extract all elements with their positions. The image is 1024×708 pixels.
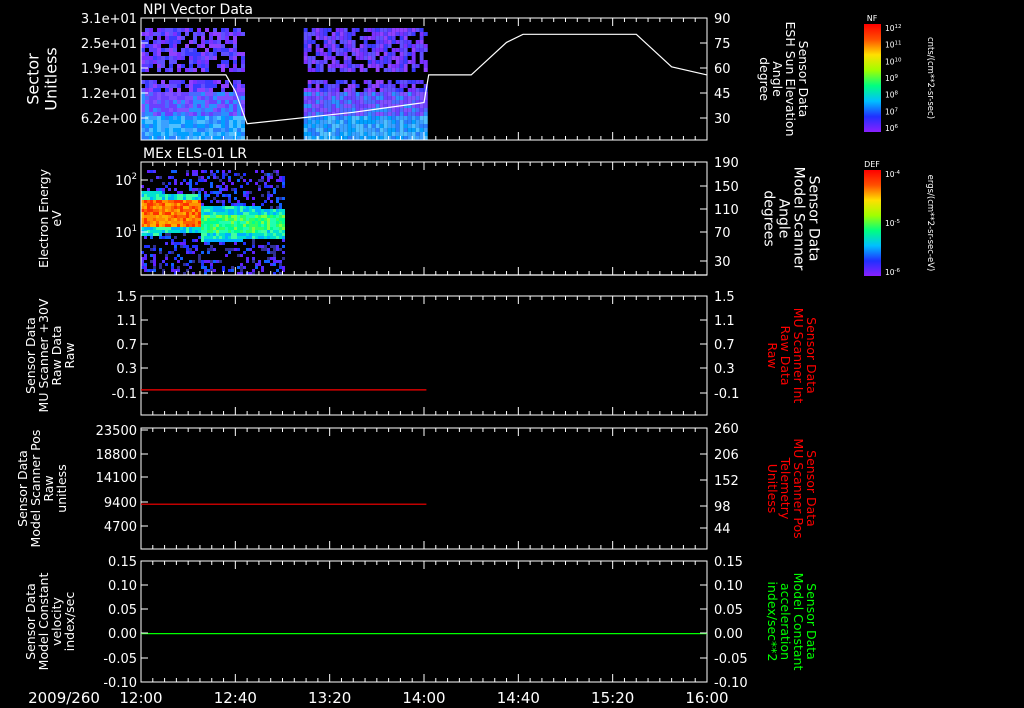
y2-tick-label: -0.1 — [714, 387, 739, 402]
y2-tick-label: 206 — [714, 448, 739, 463]
x-tick-label: 12:00 — [119, 689, 162, 707]
y-tick-label: 0.10 — [108, 579, 137, 594]
y2-tick-label: 44 — [714, 522, 731, 537]
colorbar-tick-label: 108 — [885, 91, 899, 100]
y-tick-label: 1.2e+01 — [81, 87, 137, 102]
y2-tick-label: 30 — [714, 112, 731, 127]
colorbar-1: NF 1012 1011 1010 109 108 107 106 cnts/(cm**2-sr… — [864, 14, 935, 133]
colorbar-tick-label: 1010 — [885, 57, 902, 66]
x-tick-label: 14:40 — [497, 689, 540, 707]
y-tick-label: -0.1 — [112, 387, 137, 402]
y-tick-label: 1.1 — [116, 314, 137, 329]
colorbar-tick-label: 1011 — [885, 41, 902, 50]
panel-title: NPI Vector Data — [143, 2, 253, 18]
y-tick-label: 23500 — [96, 424, 137, 439]
y2-tick-label: 60 — [714, 62, 731, 77]
y-tick-label: 1.9e+01 — [81, 62, 137, 77]
y-tick-label: 0.15 — [108, 555, 137, 570]
colorbar-tick-label: 10-4 — [885, 170, 901, 179]
x-tick-label: 14:00 — [402, 689, 445, 707]
right-axis-title: Sensor DataMU Scanner PosTelemetryUnitle… — [765, 438, 819, 538]
panel-2: 190 150 110 70 30 Electron EnergyeV Sensor Dat… — [36, 146, 822, 276]
right-axis-title: Sensor DataModel ScannerAngledegrees — [761, 167, 822, 271]
y2-tick-label: 260 — [714, 422, 739, 437]
y2-tick-label: 152 — [714, 474, 739, 489]
y2-tick-label: 190 — [714, 156, 739, 171]
y2-tick-label: 110 — [714, 203, 739, 218]
y2-tick-label: 0.15 — [714, 555, 743, 570]
y2-tick-label: 1.1 — [714, 314, 735, 329]
heatmap-els — [141, 170, 285, 275]
y2-tick-label: 150 — [714, 180, 739, 195]
colorbar-tick-label: 106 — [885, 124, 899, 133]
colorbar-gradient — [864, 24, 881, 132]
panel-5: 0.150.100.050.00-0.05-0.100.150.100.050.… — [23, 555, 819, 691]
panel-frame — [140, 427, 708, 550]
y2-tick-label: 90 — [714, 12, 731, 27]
y-tick-label: 4700 — [104, 520, 137, 535]
y-tick-label: 18800 — [96, 448, 137, 463]
date-label: 2009/260 — [28, 689, 100, 707]
colorbar-gradient — [864, 170, 881, 276]
y-tick-label: 0.00 — [108, 627, 137, 642]
x-tick-label: 13:20 — [308, 689, 351, 707]
colorbar-label: DEF — [864, 160, 880, 169]
right-axis-title: Sensor DataMU Scanner IntRaw DataRaw — [765, 308, 819, 404]
y-tick-label: 3.1e+01 — [81, 12, 137, 27]
y2-tick-label: 75 — [714, 37, 731, 52]
y-tick-label: 0.7 — [116, 338, 137, 353]
panel-frame — [140, 560, 708, 683]
y-tick-label: 0.05 — [108, 603, 137, 618]
y2-tick-label: -0.05 — [714, 652, 748, 667]
left-axis-title: SectorUnitless — [24, 47, 61, 111]
y2-tick-label: 30 — [714, 255, 731, 270]
colorbar-label: NF — [867, 14, 878, 23]
panel-3: 1.5 1.1 0.7 0.3 -0.1 1.5 1.1 0.7 0.3 -0.1 Sensor D… — [23, 290, 819, 416]
left-axis-title: Sensor DataModel Constantvelocityindex/s… — [23, 573, 77, 671]
y2-tick-label: 45 — [714, 87, 731, 102]
y-tick-label: 101 — [115, 223, 137, 241]
y2-tick-label: 98 — [714, 500, 731, 515]
left-axis-title: Sensor DataModel Scanner PosRawunitless — [15, 430, 69, 548]
colorbar-tick-label: 10-5 — [885, 219, 901, 228]
left-axis-title: Sensor DataMU Scanner +30VRaw DataRaw — [23, 298, 77, 412]
y2-tick-label: 1.5 — [714, 290, 735, 305]
y-tick-label: 2.5e+01 — [81, 37, 137, 52]
colorbar-2: DEF 10-4 10-5 10-6 ergs/(cm**2-sr-sec-eV) — [864, 160, 935, 277]
y2-tick-label: 0.3 — [714, 362, 735, 377]
y2-tick-label: 70 — [714, 226, 731, 241]
y-tick-label: 9400 — [104, 496, 137, 511]
panel-title: MEx ELS-01 LR — [143, 146, 247, 162]
heatmap-npi — [141, 28, 428, 140]
colorbar-tick-label: 1012 — [885, 24, 902, 33]
y2-tick-label: 0.00 — [714, 627, 743, 642]
y-tick-label: 1.5 — [116, 290, 137, 305]
y-tick-label: -0.05 — [103, 652, 137, 667]
multi-panel-plot: 3.1e+01 2.5e+01 1.9e+01 1.2e+01 6.2e+00 90 75 6… — [15, 2, 935, 707]
y-tick-label: 102 — [115, 171, 137, 189]
panel-4: 23500 18800 14100 9400 4700 260 206 152 98 44 Sens… — [15, 422, 819, 550]
right-axis-title: Sensor DataESH Sun ElevationAngledegree — [757, 21, 811, 136]
colorbar-unit: ergs/(cm**2-sr-sec-eV) — [925, 175, 935, 272]
y2-tick-label: 0.10 — [714, 579, 743, 594]
y2-tick-label: 0.7 — [714, 338, 735, 353]
right-axis-title: Sensor DataModel Constantaccelerationind… — [765, 573, 819, 671]
colorbar-tick-label: 10-6 — [885, 268, 901, 277]
panel-1: 3.1e+01 2.5e+01 1.9e+01 1.2e+01 6.2e+00 90 75 6… — [24, 2, 811, 141]
x-tick-label: 15:20 — [591, 689, 634, 707]
y2-tick-label: 0.05 — [714, 603, 743, 618]
colorbar-tick-label: 109 — [885, 74, 899, 83]
panel-frame — [140, 295, 708, 416]
y-tick-label: 0.3 — [116, 362, 137, 377]
x-tick-label: 16:00 — [685, 689, 728, 707]
y-tick-label: 6.2e+00 — [81, 112, 137, 127]
colorbar-unit: cnts/(cm**2-sr-sec) — [925, 37, 935, 119]
x-tick-label: 12:40 — [214, 689, 257, 707]
y-tick-label: 14100 — [96, 471, 137, 486]
left-axis-title: Electron EnergyeV — [36, 168, 64, 268]
colorbar-tick-label: 107 — [885, 107, 899, 116]
